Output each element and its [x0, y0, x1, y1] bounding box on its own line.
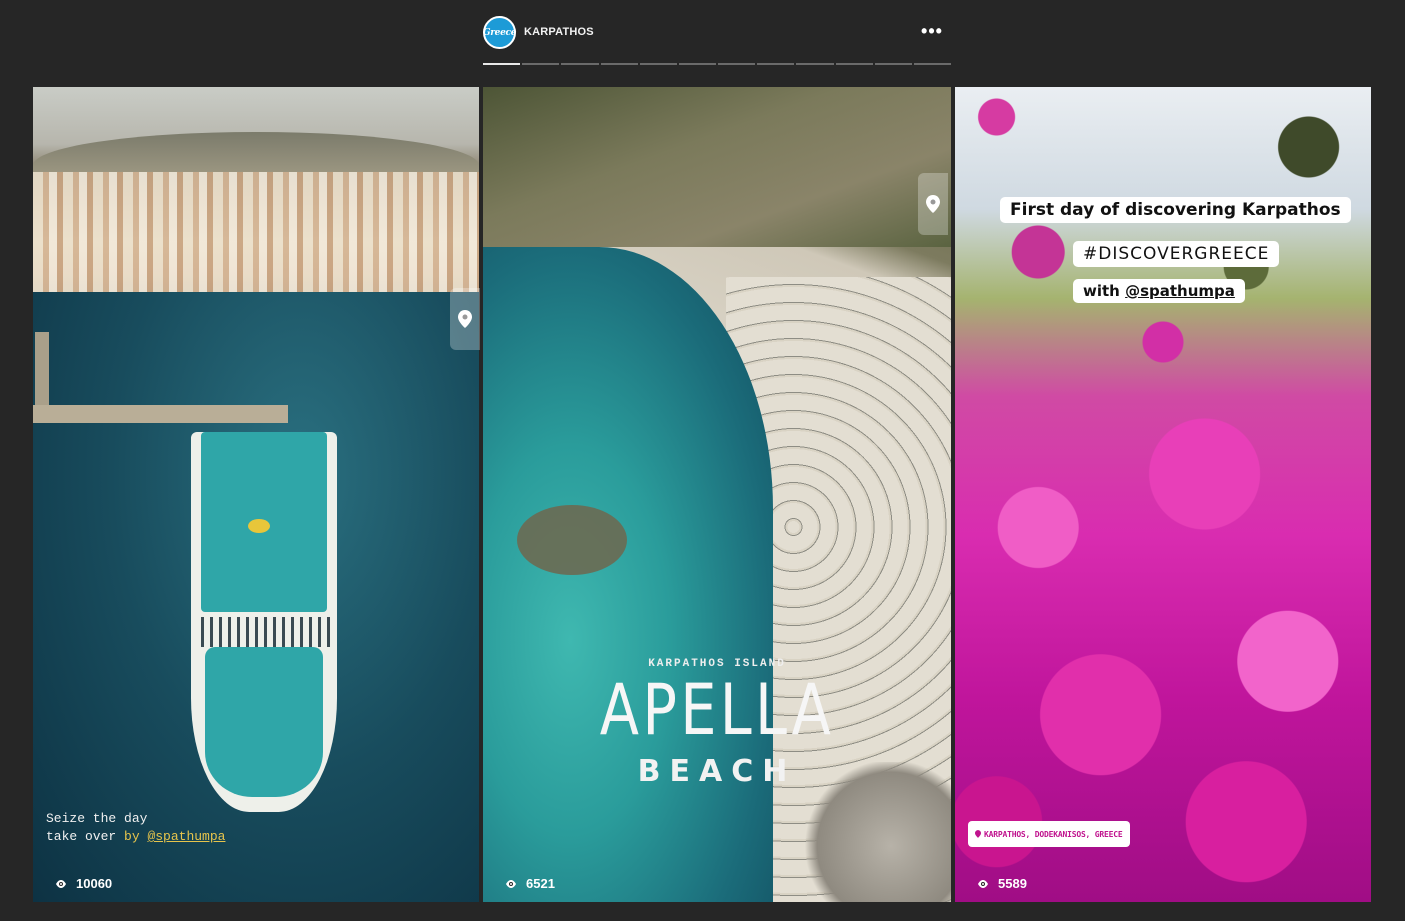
rock-image — [517, 505, 627, 575]
sea-image — [483, 247, 774, 902]
pier-image — [35, 332, 49, 412]
progress-segment — [678, 63, 717, 65]
progress-segment — [522, 63, 560, 65]
location-pin-icon[interactable] — [918, 173, 948, 235]
eye-icon — [978, 879, 988, 888]
story-progress-bar — [483, 63, 952, 65]
caption-prefix: take over — [46, 829, 117, 844]
progress-segment — [718, 63, 756, 65]
story-card-beach[interactable]: KARPATHOS ISLAND APELLA BEACH 6521 — [483, 87, 951, 902]
view-count-value: 5589 — [998, 876, 1027, 891]
location-pin-icon — [975, 830, 981, 838]
progress-segment — [757, 63, 795, 65]
progress-segment — [913, 63, 952, 65]
text-sticker-title: First day of discovering Karpathos — [1000, 197, 1351, 223]
hills-image — [33, 132, 479, 172]
caption-line-1: Seize the day — [46, 811, 148, 826]
progress-segment — [639, 63, 677, 65]
story-caption: Seize the day take over by @spathumpa — [46, 810, 225, 846]
helipad-image — [248, 519, 270, 533]
town-image — [33, 172, 479, 292]
view-count-value: 10060 — [76, 876, 113, 891]
progress-segment — [835, 63, 873, 65]
story-card-ship[interactable]: Seize the day take over by @spathumpa 10… — [33, 87, 479, 902]
hashtag-sticker[interactable]: #DISCOVERGREECE — [1073, 241, 1280, 267]
eye-icon — [56, 879, 66, 888]
branches-image — [955, 87, 1371, 387]
more-dots-icon[interactable]: ••• — [919, 18, 945, 44]
account-name[interactable]: KARPATHOS — [524, 26, 594, 38]
eye-icon — [506, 879, 516, 888]
cliff-image — [483, 87, 951, 247]
ship-bow-image — [205, 647, 323, 797]
view-count: 6521 — [505, 876, 555, 891]
caption-by: by — [124, 829, 140, 844]
mention-sticker-prefix: with — [1083, 282, 1120, 300]
breakwater-image — [33, 405, 288, 423]
story-header: Greece KARPATHOS ••• — [483, 14, 951, 54]
beach-title-secondary: BEACH — [637, 754, 797, 789]
view-count: 10060 — [55, 876, 112, 891]
mention-sticker[interactable]: with @spathumpa — [1073, 279, 1245, 303]
progress-segment — [483, 63, 521, 65]
location-sticker-text: KARPATHOS, DODEKANISOS, GREECE — [984, 829, 1123, 839]
story-viewer: Greece KARPATHOS ••• Seize the day take … — [0, 0, 1405, 921]
story-card-flowers[interactable]: First day of discovering Karpathos #DISC… — [955, 87, 1371, 902]
progress-segment — [561, 63, 599, 65]
view-count-value: 6521 — [526, 876, 555, 891]
caption-line-2: take over by @spathumpa — [46, 828, 225, 846]
mention-sticker-handle[interactable]: @spathumpa — [1125, 282, 1235, 300]
location-pin-icon[interactable] — [450, 288, 480, 350]
avatar[interactable]: Greece — [483, 16, 516, 49]
progress-segment — [600, 63, 638, 65]
progress-segment — [874, 63, 912, 65]
ship-bridge-image — [195, 617, 335, 647]
beach-title: APELLA — [599, 669, 835, 751]
location-sticker[interactable]: KARPATHOS, DODEKANISOS, GREECE — [968, 821, 1130, 847]
caption-mention-link[interactable]: @spathumpa — [147, 829, 225, 844]
view-count: 5589 — [977, 876, 1027, 891]
progress-segment — [796, 63, 834, 65]
